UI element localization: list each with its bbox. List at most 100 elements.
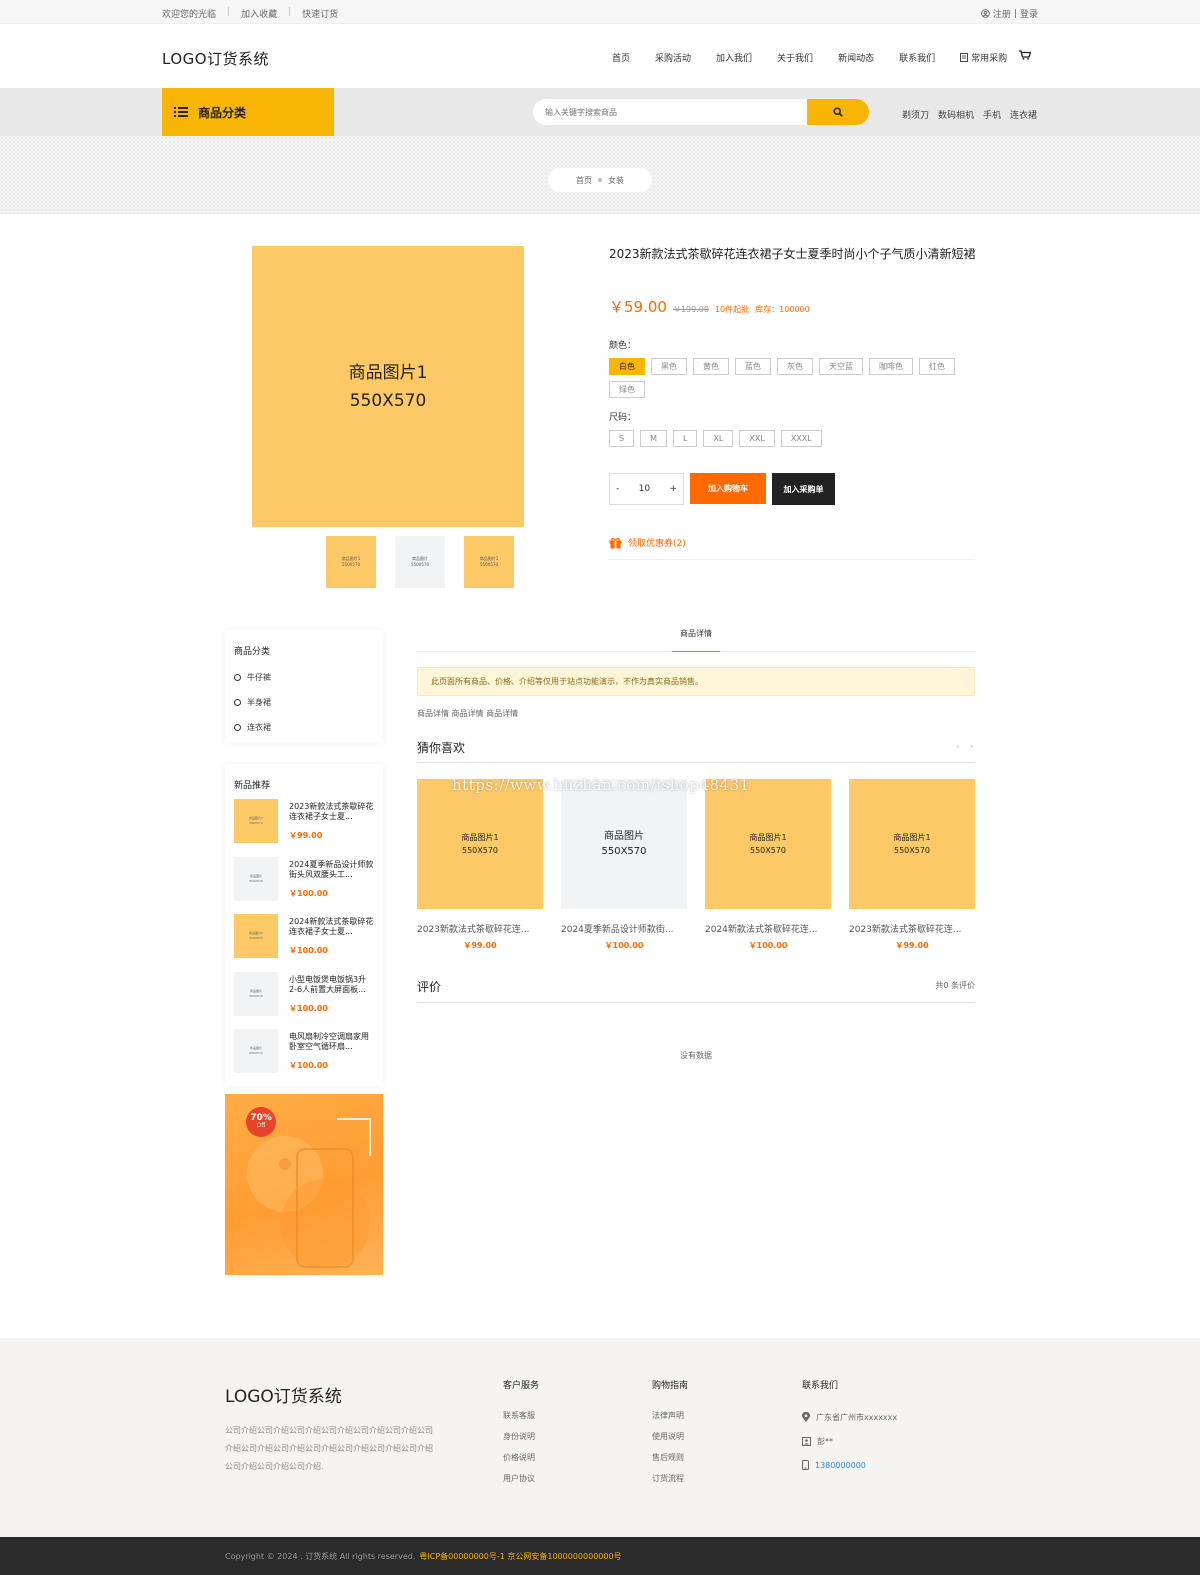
new-product-price: ￥100.00 (289, 1061, 328, 1070)
footer-link[interactable]: 身份说明 (503, 1431, 539, 1452)
add-to-purchase-order-button[interactable]: 加入采购单 (772, 473, 835, 505)
product-thumb[interactable]: 商品图片 550X570 (395, 536, 445, 588)
login-link[interactable]: 登录 (1020, 7, 1038, 20)
qty-input[interactable]: 10 (639, 484, 650, 494)
image-label: 商品图片1 (749, 833, 787, 842)
register-link[interactable]: 注册 (993, 7, 1011, 20)
category-name: 牛仔裤 (247, 673, 271, 682)
category-menu-button[interactable]: 商品分类 (162, 88, 334, 136)
sidebar-category-item[interactable]: 连衣裙 (234, 715, 383, 740)
coupon-link[interactable]: 领取优惠券(2) (609, 536, 686, 549)
welcome-text: 欢迎您的光临 (162, 10, 217, 20)
sidebar-category-title: 商品分类 (234, 647, 271, 657)
new-product-image: 商品图片1 550X570 (234, 914, 278, 958)
main-image-size: 550X570 (349, 390, 427, 411)
breadcrumb-women[interactable]: 女装 (608, 175, 624, 186)
size-option[interactable]: XL (703, 430, 734, 447)
hot-word[interactable]: 剃须刀 (902, 108, 929, 121)
sidebar-category-item[interactable]: 牛仔裤 (234, 665, 383, 690)
color-option[interactable]: 红色 (919, 358, 955, 375)
search-box (533, 99, 869, 125)
sidebar-ad-banner[interactable]: 70% Off (225, 1094, 383, 1275)
size-option[interactable]: M (640, 430, 667, 447)
chevron-left-icon[interactable]: ‹ (956, 742, 960, 752)
footer-link[interactable]: 联系客服 (503, 1410, 539, 1431)
footer-link[interactable]: 售后规则 (652, 1452, 688, 1473)
qty-decrease-button[interactable]: - (616, 484, 619, 494)
product-thumb[interactable]: 商品图片1 550X570 (326, 536, 376, 588)
thumb-size: 550X570 (410, 562, 429, 567)
size-option[interactable]: S (609, 430, 635, 447)
new-product-item[interactable]: 商品图片 550X570 小型电饭煲电饭锅3升2-6人前置大屏面板... ￥100… (234, 972, 379, 1018)
new-product-price: ￥100.00 (289, 946, 328, 955)
site-logo[interactable]: LOGO订货系统 (162, 48, 269, 69)
icp-link[interactable]: 粤ICP备00000000号-1 京公网安备1000000000000号 (419, 1551, 621, 1562)
guess-product-card[interactable]: 商品图片 550X570 2024夏季新品设计师款街... ￥100.00 (561, 779, 687, 951)
category-menu-label: 商品分类 (198, 105, 247, 120)
product-main-image: 商品图片1 550X570 (252, 246, 524, 527)
size-options: S M L XL XXL XXXL (609, 430, 822, 447)
category-bar: 商品分类 剃须刀 数码相机 手机 连衣裙 (0, 88, 1200, 136)
color-option[interactable]: 黄色 (693, 358, 729, 375)
hot-word[interactable]: 手机 (983, 108, 1001, 121)
quantity-stepper: - 10 + (609, 473, 684, 505)
nav-purchase-activity[interactable]: 采购活动 (655, 51, 691, 64)
sidebar-category-item[interactable]: 半身裙 (234, 690, 383, 715)
nav-about-us[interactable]: 关于我们 (777, 51, 813, 64)
search-button[interactable] (807, 99, 869, 125)
footer-link[interactable]: 价格说明 (503, 1452, 539, 1473)
hot-word[interactable]: 数码相机 (938, 108, 974, 121)
cart-icon[interactable] (1019, 50, 1031, 60)
footer-link[interactable]: 订货流程 (652, 1473, 688, 1494)
divider (417, 762, 975, 763)
nav-contact-us[interactable]: 联系我们 (899, 51, 935, 64)
footer-link[interactable]: 用户协议 (503, 1473, 539, 1494)
contact-person: 彭** (802, 1429, 897, 1453)
color-option[interactable]: 咖啡色 (869, 358, 913, 375)
copyright-bar: Copyright © 2024 . 订货系统 All rights reser… (0, 1537, 1200, 1575)
footer-link[interactable]: 使用说明 (652, 1431, 688, 1452)
size-option[interactable]: XXXL (780, 430, 822, 447)
demo-notice: 此页面所有商品、价格、介绍等仅用于站点功能演示，不作为真实商品销售。 (417, 667, 975, 696)
size-option[interactable]: XXL (739, 430, 775, 447)
nav-home[interactable]: 首页 (612, 51, 630, 64)
color-option[interactable]: 黑色 (651, 358, 687, 375)
color-option[interactable]: 绿色 (609, 381, 645, 398)
separator: | (1013, 8, 1017, 19)
new-product-item[interactable]: 商品图片 550X570 2024夏季新品设计师款街头风双腰头工... ￥100.… (234, 857, 379, 903)
hot-word[interactable]: 连衣裙 (1010, 108, 1037, 121)
guess-product-price: ￥99.00 (463, 941, 497, 950)
new-product-item[interactable]: 商品图片 550X570 电风扇制冷空调扇家用卧室空气循环扇... ￥100.00 (234, 1029, 379, 1075)
image-size: 550X570 (893, 846, 931, 855)
guess-product-title: 2023新款法式茶歇碎花连... (849, 925, 962, 935)
footer-link[interactable]: 法律声明 (652, 1410, 688, 1431)
product-thumb[interactable]: 商品图片1 550X570 (464, 536, 514, 588)
new-product-item[interactable]: 商品图片1 550X570 2023新款法式茶歇碎花连衣裙子女士夏... ￥99.… (234, 799, 379, 845)
nav-common-purchase[interactable]: 常用采购 (960, 51, 1007, 64)
color-option[interactable]: 天空蓝 (819, 358, 863, 375)
nav-join-us[interactable]: 加入我们 (716, 51, 752, 64)
color-option[interactable]: 灰色 (777, 358, 813, 375)
quick-order-link[interactable]: 快速订货 (302, 7, 338, 20)
detail-tabs: 商品详情 (417, 630, 975, 652)
color-option[interactable]: 白色 (609, 358, 645, 375)
guess-product-title: 2024新款法式茶歇碎花连... (705, 925, 818, 935)
discount-badge: 70% Off (246, 1107, 276, 1137)
color-option[interactable]: 蓝色 (735, 358, 771, 375)
search-input[interactable] (533, 99, 807, 125)
nav-news[interactable]: 新闻动态 (838, 51, 874, 64)
chevron-right-icon[interactable]: › (970, 742, 974, 752)
phone-link[interactable]: 1380000000 (815, 1461, 866, 1470)
guess-product-card[interactable]: 商品图片1 550X570 2024新款法式茶歇碎花连... ￥100.00 (705, 779, 831, 951)
new-product-item[interactable]: 商品图片1 550X570 2024新款法式茶歇碎花连衣裙子女士夏... ￥100… (234, 914, 379, 960)
add-to-cart-button[interactable]: 加入购物车 (690, 473, 766, 504)
size-option[interactable]: L (672, 430, 698, 447)
add-favorite-link[interactable]: 加入收藏 (241, 7, 277, 20)
guess-product-card[interactable]: 商品图片1 550X570 2023新款法式茶歇碎花连... ￥99.00 (417, 779, 543, 951)
tab-product-detail[interactable]: 商品详情 (672, 630, 720, 652)
footer-column-title: 购物指南 (652, 1381, 689, 1391)
qty-increase-button[interactable]: + (669, 484, 677, 494)
guess-product-card[interactable]: 商品图片1 550X570 2023新款法式茶歇碎花连... ￥99.00 (849, 779, 975, 951)
color-options: 白色 黑色 黄色 蓝色 灰色 天空蓝 咖啡色 红色 绿色 (609, 358, 979, 398)
breadcrumb-home[interactable]: 首页 (576, 175, 592, 186)
